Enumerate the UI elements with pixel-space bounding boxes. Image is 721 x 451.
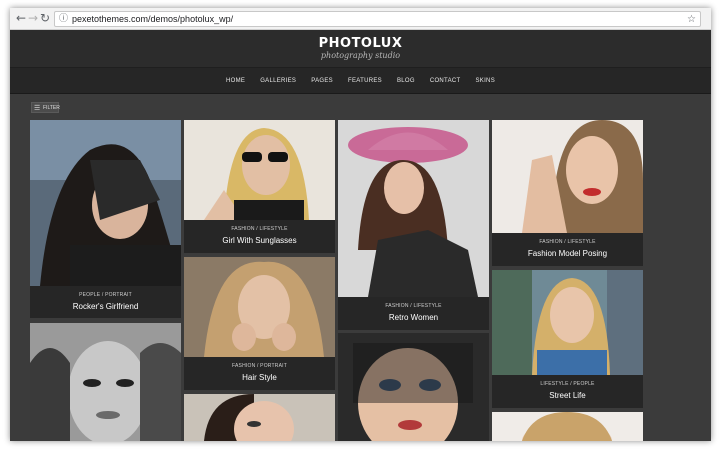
gallery-caption: PEOPLE / PORTRAIT Rocker's Girlfriend	[30, 286, 181, 318]
gallery-caption: LIFESTYLE / PEOPLE Street Life	[492, 375, 643, 408]
main-nav: HOME GALLERIES PAGES FEATURES BLOG CONTA…	[10, 68, 711, 94]
url-text: pexetothemes.com/demos/photolux_wp/	[72, 14, 234, 24]
gallery-caption: FASHION / LIFESTYLE Girl With Sunglasses	[184, 220, 335, 253]
gallery-photo[interactable]	[30, 323, 181, 441]
gallery-photo[interactable]	[492, 120, 643, 233]
gallery-caption: FASHION / LIFESTYLE Fashion Model Posing	[492, 233, 643, 266]
filter-label: FILTER	[43, 105, 60, 111]
gallery-photo[interactable]	[492, 412, 643, 441]
gallery-item[interactable]	[30, 323, 181, 441]
site-tagline: photography studio	[320, 51, 401, 60]
gallery-item[interactable]	[492, 412, 643, 441]
site-logo[interactable]: PHOTOLUX	[10, 36, 711, 51]
nav-item-contact[interactable]: CONTACT	[430, 78, 461, 84]
browser-toolbar: ← → ↻ ⓘ pexetothemes.com/demos/photolux_…	[10, 8, 711, 30]
gallery-category[interactable]: FASHION / LIFESTYLE	[184, 226, 335, 232]
gallery-item[interactable]	[338, 333, 489, 441]
star-icon[interactable]: ☆	[687, 13, 696, 26]
gallery-category[interactable]: PEOPLE / PORTRAIT	[30, 292, 181, 298]
filter-button[interactable]: ☰ FILTER	[31, 102, 60, 113]
gallery-title[interactable]: Rocker's Girlfriend	[30, 302, 181, 311]
website: PHOTOLUX photography studio HOME GALLERI…	[10, 30, 711, 441]
gallery-photo[interactable]	[30, 120, 181, 286]
gallery-category[interactable]: FASHION / LIFESTYLE	[338, 303, 489, 309]
gallery-caption: FASHION / PORTRAIT Hair Style	[184, 357, 335, 390]
gallery-title[interactable]: Hair Style	[184, 373, 335, 382]
gallery-photo[interactable]	[184, 394, 335, 441]
gallery-title[interactable]: Street Life	[492, 391, 643, 400]
menu-icon: ☰	[34, 104, 41, 112]
gallery-title[interactable]: Retro Women	[338, 313, 489, 322]
gallery-item[interactable]: FASHION / LIFESTYLE Retro Women	[338, 120, 489, 330]
gallery-photo[interactable]	[492, 270, 643, 375]
gallery-item[interactable]: FASHION / LIFESTYLE Fashion Model Posing	[492, 120, 643, 266]
info-icon[interactable]: ⓘ	[59, 14, 69, 24]
gallery-caption: FASHION / LIFESTYLE Retro Women	[338, 297, 489, 330]
nav-item-features[interactable]: FEATURES	[348, 78, 382, 84]
gallery-category[interactable]: FASHION / PORTRAIT	[184, 363, 335, 369]
browser-window: ← → ↻ ⓘ pexetothemes.com/demos/photolux_…	[10, 8, 711, 441]
gallery-title[interactable]: Girl With Sunglasses	[184, 236, 335, 245]
reload-icon[interactable]: ↻	[38, 11, 52, 25]
nav-item-galleries[interactable]: GALLERIES	[260, 78, 296, 84]
gallery-category[interactable]: LIFESTYLE / PEOPLE	[492, 381, 643, 387]
gallery-item[interactable]	[184, 394, 335, 441]
gallery-photo[interactable]	[338, 333, 489, 441]
gallery-item[interactable]: FASHION / LIFESTYLE Girl With Sunglasses	[184, 120, 335, 253]
nav-item-skins[interactable]: SKINS	[475, 78, 495, 84]
nav-item-pages[interactable]: PAGES	[311, 78, 333, 84]
gallery-photo[interactable]	[184, 257, 335, 357]
gallery-title[interactable]: Fashion Model Posing	[492, 249, 643, 258]
nav-item-home[interactable]: HOME	[226, 78, 245, 84]
site-header: PHOTOLUX photography studio	[10, 30, 711, 68]
gallery-category[interactable]: FASHION / LIFESTYLE	[492, 239, 643, 245]
nav-item-blog[interactable]: BLOG	[397, 78, 415, 84]
gallery-photo[interactable]	[184, 120, 335, 220]
gallery-item[interactable]: LIFESTYLE / PEOPLE Street Life	[492, 270, 643, 408]
address-bar[interactable]: ⓘ pexetothemes.com/demos/photolux_wp/ ☆	[54, 11, 701, 27]
gallery-item[interactable]: PEOPLE / PORTRAIT Rocker's Girlfriend	[30, 120, 181, 318]
gallery-photo[interactable]	[338, 120, 489, 297]
gallery-item[interactable]: FASHION / PORTRAIT Hair Style	[184, 257, 335, 390]
